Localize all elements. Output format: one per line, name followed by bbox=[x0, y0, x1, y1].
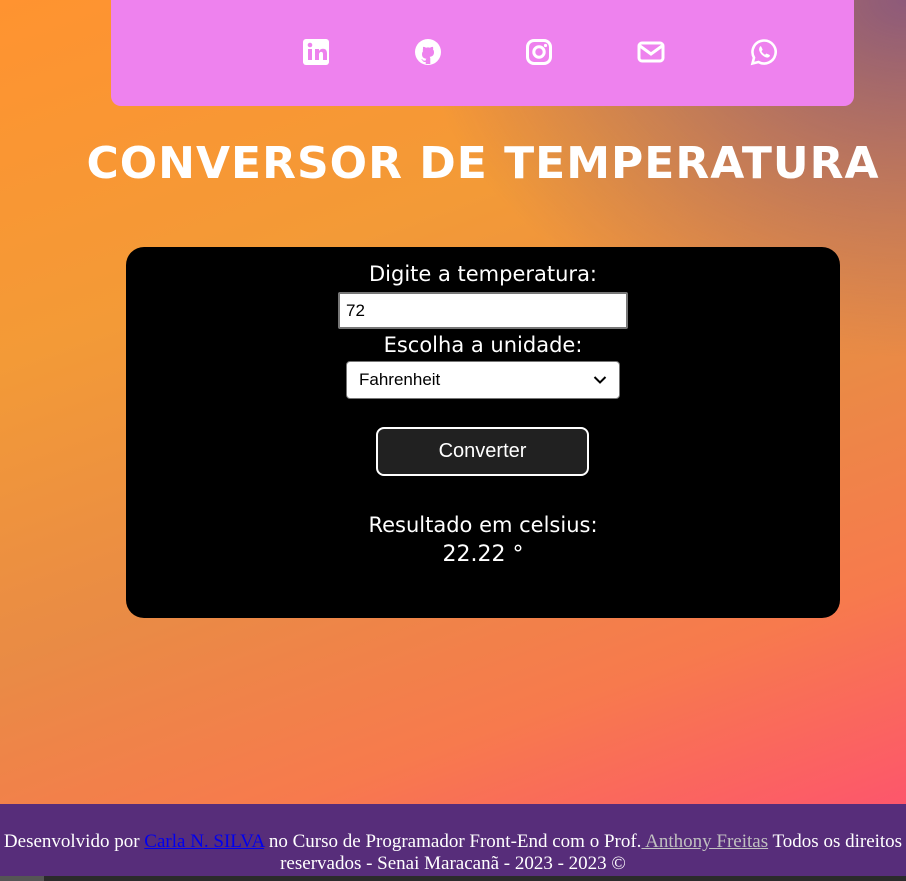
horizontal-scrollbar[interactable] bbox=[0, 876, 906, 881]
result-label: Resultado em celsius: bbox=[368, 513, 598, 537]
temperature-input[interactable] bbox=[338, 292, 628, 329]
temperature-label: Digite a temperatura: bbox=[368, 262, 598, 286]
unit-select[interactable]: Fahrenheit bbox=[346, 361, 620, 399]
chevron-down-icon bbox=[593, 376, 607, 384]
envelope-icon[interactable] bbox=[637, 38, 665, 66]
page-title: CONVERSOR DE TEMPERATURA bbox=[86, 138, 880, 189]
footer-prefix: Desenvolvido por bbox=[3, 831, 145, 852]
scrollbar-thumb[interactable] bbox=[0, 876, 44, 881]
social-bar bbox=[111, 0, 854, 106]
result-value: 22.22 ° bbox=[442, 542, 524, 567]
instagram-icon[interactable] bbox=[525, 38, 553, 66]
github-icon[interactable] bbox=[414, 38, 442, 66]
converter-card: Digite a temperatura: Escolha a unidade:… bbox=[126, 247, 840, 618]
professor-link[interactable]: Anthony Freitas bbox=[641, 831, 768, 852]
footer: Desenvolvido por Carla N. SILVA no Curso… bbox=[0, 804, 906, 881]
linkedin-icon[interactable] bbox=[302, 38, 330, 66]
unit-select-value: Fahrenheit bbox=[359, 370, 441, 389]
author-link[interactable]: Carla N. SILVA bbox=[144, 831, 264, 852]
unit-label: Escolha a unidade: bbox=[383, 333, 583, 357]
whatsapp-icon[interactable] bbox=[750, 38, 778, 66]
footer-middle: no Curso de Programador Front-End com o … bbox=[264, 831, 642, 852]
convert-button[interactable]: Converter bbox=[376, 427, 589, 476]
